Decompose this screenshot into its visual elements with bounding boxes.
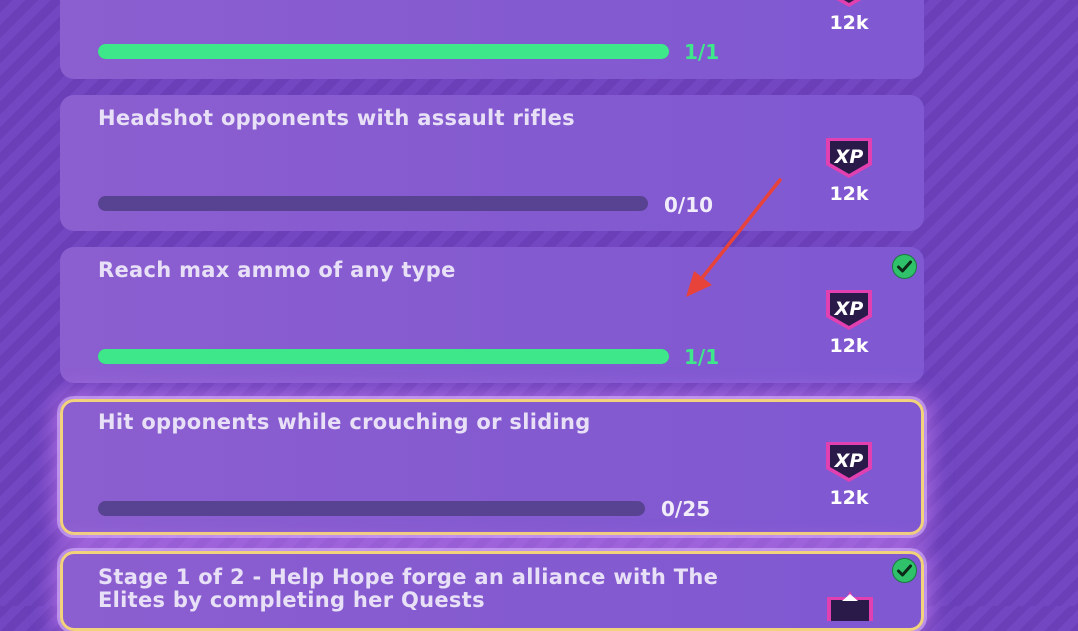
xp-badge-icon: XP: [826, 442, 872, 482]
xp-badge-icon: XP: [836, 0, 862, 7]
progress-bar-fill: [98, 44, 669, 59]
xp-reward: XP 12k: [821, 135, 877, 205]
quest-card-stage[interactable]: Stage 1 of 2 - Help Hope forge an allian…: [60, 551, 924, 631]
xp-badge-icon: XP: [826, 290, 872, 330]
xp-reward: XP 12k: [821, 0, 877, 34]
quest-card-completed-top[interactable]: 1/1 XP 12k: [60, 0, 924, 79]
xp-amount: 12k: [829, 335, 869, 357]
progress-bar: [98, 349, 669, 364]
quest-title: Stage 1 of 2 - Help Hope forge an allian…: [98, 565, 719, 612]
checkmark-icon: [892, 558, 917, 583]
progress-bar: [98, 44, 669, 59]
progress-bar-fill: [98, 349, 669, 364]
progress-bar: [98, 501, 645, 516]
xp-amount: 12k: [829, 183, 869, 205]
xp-reward: XP 12k: [821, 287, 877, 357]
quest-title: Hit opponents while crouching or sliding: [98, 410, 591, 434]
svg-text:XP: XP: [834, 146, 864, 168]
annotation-arrow-icon: [686, 178, 782, 297]
quest-title: Reach max ammo of any type: [98, 258, 456, 282]
quest-card-max-ammo[interactable]: Reach max ammo of any type 1/1 XP 12k: [60, 247, 924, 383]
quest-title: Headshot opponents with assault rifles: [98, 106, 575, 130]
quest-reward-icon: [827, 591, 873, 621]
quest-card-crouching[interactable]: Hit opponents while crouching or sliding…: [60, 399, 924, 535]
progress-count: 1/1: [684, 40, 720, 64]
progress-count: 0/25: [661, 497, 711, 521]
xp-badge-icon: XP: [826, 138, 872, 178]
xp-amount: 12k: [829, 12, 869, 34]
checkmark-icon: [892, 254, 917, 279]
progress-count: 1/1: [684, 345, 720, 369]
progress-bar: [98, 196, 648, 211]
xp-reward: XP 12k: [821, 439, 877, 509]
quest-card-headshot[interactable]: Headshot opponents with assault rifles 0…: [60, 95, 924, 231]
svg-text:XP: XP: [834, 450, 864, 472]
xp-amount: 12k: [829, 487, 869, 509]
svg-text:XP: XP: [834, 298, 864, 320]
